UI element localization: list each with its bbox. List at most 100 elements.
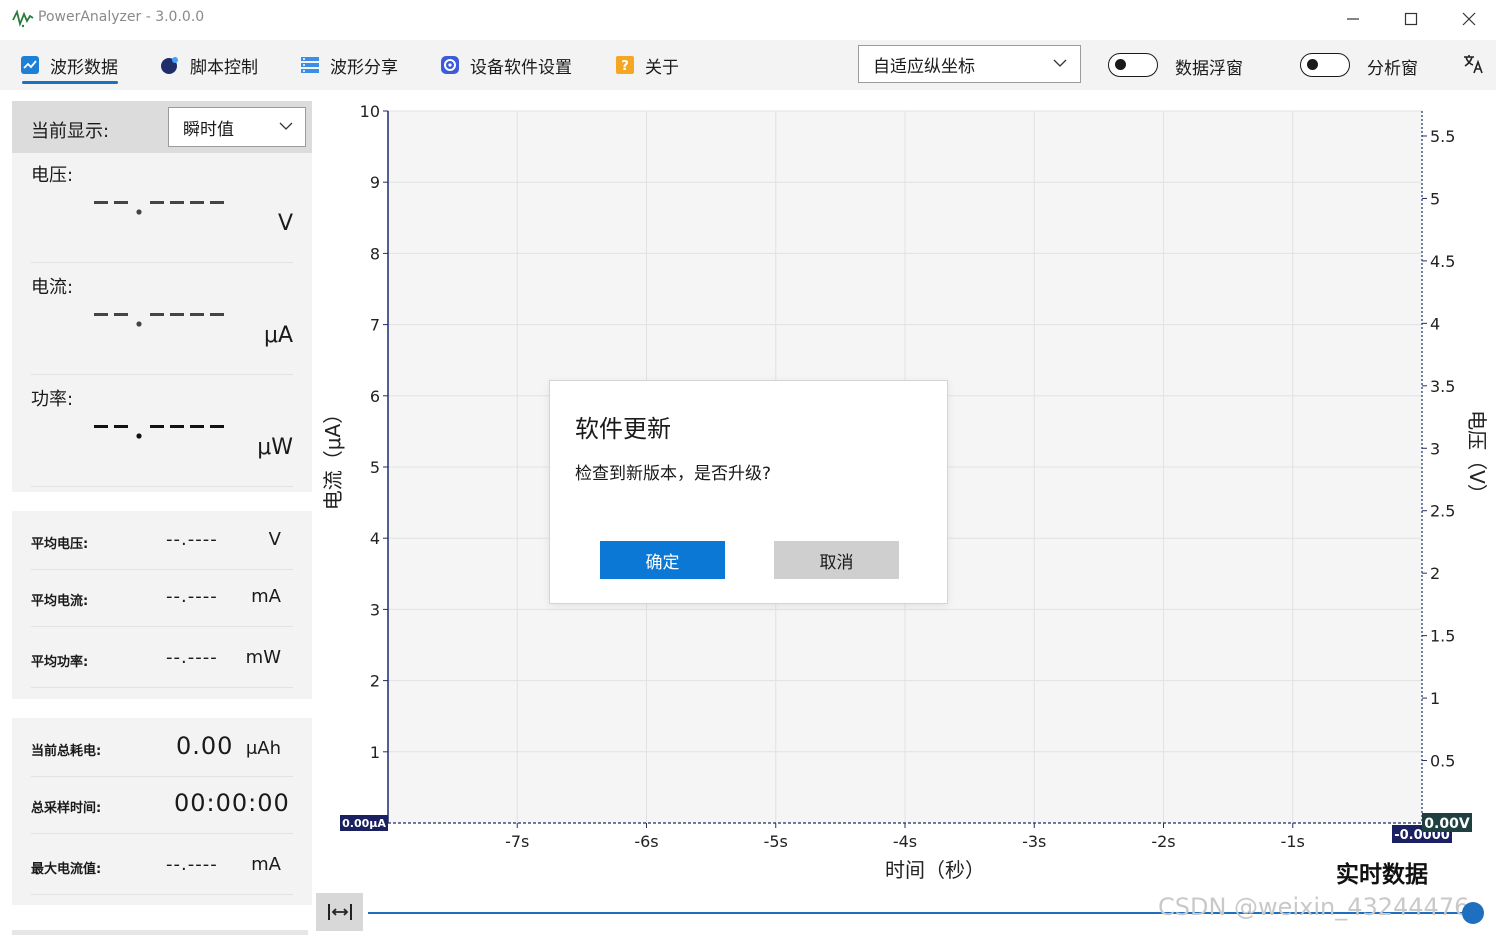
y2-tick-label: 2.5 <box>1430 502 1455 521</box>
total-charge-unit: μAh <box>245 738 281 759</box>
tab-waveform-share[interactable]: 波形分享 <box>300 52 398 78</box>
axis-mode-value: 自适应纵坐标 <box>873 56 975 77</box>
svg-text:?: ? <box>621 59 629 74</box>
y-axis-title: 电流（μA） <box>321 404 345 510</box>
y-tick-label: 3 <box>370 600 380 619</box>
avg-voltage-value: --.---- <box>166 529 218 550</box>
display-mode-value: 瞬时值 <box>183 119 234 140</box>
x-tick-label: -4s <box>893 832 917 851</box>
data-float-toggle[interactable] <box>1108 53 1158 77</box>
divider <box>31 687 293 688</box>
data-float-label: 数据浮窗 <box>1175 59 1243 79</box>
divider <box>31 833 293 834</box>
language-button[interactable] <box>1462 52 1486 76</box>
sample-time-label: 总采样时间: <box>31 801 102 816</box>
max-current-unit: mA <box>251 854 281 875</box>
tab-waveform-data[interactable]: 波形数据 <box>20 52 118 84</box>
divider <box>31 262 293 263</box>
app-logo-icon <box>12 9 34 28</box>
y-tick-label: 10 <box>360 102 380 121</box>
y2-tick-label: 2 <box>1430 564 1440 583</box>
max-current-row: 最大电流值: --.---- mA <box>12 838 312 895</box>
max-current-label: 最大电流值: <box>31 862 102 877</box>
close-button[interactable] <box>1440 0 1496 38</box>
instant-values-panel: 当前显示: 瞬时值 电压: V 电流: μA 功率: μW <box>12 101 312 492</box>
current-unit: μA <box>263 323 293 348</box>
toolbar: 波形数据 脚本控制 波形分享 设备软件设置 ? 关于 自适应纵坐标 数据浮窗 分… <box>0 40 1496 90</box>
tab-about[interactable]: ? 关于 <box>615 52 679 78</box>
dialog-title: 软件更新 <box>575 415 671 443</box>
fit-width-icon <box>327 904 352 920</box>
current-label: 电流: <box>31 277 74 298</box>
y2-tick-label: 4.5 <box>1430 252 1455 271</box>
minimize-icon <box>1347 18 1359 20</box>
y-tick-label: 7 <box>370 316 380 335</box>
avg-current-value: --.---- <box>166 586 218 607</box>
divider <box>31 626 293 627</box>
time-scroll-handle[interactable] <box>1462 902 1484 924</box>
maximize-icon <box>1404 12 1418 26</box>
share-icon <box>301 57 319 73</box>
x-tick-label: -1s <box>1281 832 1305 851</box>
axis-mode-select[interactable]: 自适应纵坐标 <box>858 45 1081 83</box>
translate-icon <box>1464 55 1483 74</box>
toggle-knob <box>1115 59 1126 70</box>
cancel-button[interactable]: 取消 <box>774 541 899 579</box>
total-charge-row: 当前总耗电: 0.00 μAh <box>12 720 312 777</box>
tab-label: 设备软件设置 <box>470 57 572 78</box>
average-values-panel: 平均电压: --.---- V 平均电流: --.---- mA 平均功率: -… <box>12 511 312 699</box>
close-icon <box>1462 12 1476 26</box>
gear-icon <box>441 56 459 74</box>
y-tick-label: 4 <box>370 529 380 548</box>
x-axis-title: 时间（秒） <box>885 858 985 882</box>
y2-tick-label: 5 <box>1430 189 1440 208</box>
maximize-button[interactable] <box>1382 0 1440 38</box>
panel-edge <box>12 930 308 935</box>
y-tick-label: 6 <box>370 387 380 406</box>
minimize-button[interactable] <box>1324 0 1382 38</box>
tab-label: 波形分享 <box>330 57 398 78</box>
sample-time-value: 00:00:00 <box>174 789 290 817</box>
totals-panel: 当前总耗电: 0.00 μAh 总采样时间: 00:00:00 最大电流值: -… <box>12 718 312 905</box>
display-mode-label: 当前显示: <box>31 121 110 142</box>
display-mode-header: 当前显示: 瞬时值 <box>12 101 312 153</box>
y-tick-label: 2 <box>370 672 380 691</box>
tab-device-settings[interactable]: 设备软件设置 <box>440 52 572 78</box>
max-current-value: --.---- <box>166 854 218 875</box>
voltage-placeholder-digits <box>94 201 224 215</box>
power-label: 功率: <box>31 389 74 410</box>
y2-tick-label: 3.5 <box>1430 377 1455 396</box>
tab-script-control[interactable]: 脚本控制 <box>160 52 258 78</box>
y2-tick-label: 1.5 <box>1430 627 1455 646</box>
tab-label: 脚本控制 <box>190 57 258 78</box>
y-tick-label: 8 <box>370 244 380 263</box>
x-tick-label: -2s <box>1151 832 1175 851</box>
toggle-knob <box>1307 59 1318 70</box>
tab-label: 关于 <box>645 57 679 78</box>
current-placeholder-digits <box>94 313 224 327</box>
help-icon: ? <box>616 56 634 74</box>
divider <box>31 374 293 375</box>
display-mode-select[interactable]: 瞬时值 <box>168 107 306 147</box>
realtime-status-label: 实时数据 <box>1336 862 1428 888</box>
voltage-marker-label: 0.00V <box>1424 816 1470 832</box>
total-charge-label: 当前总耗电: <box>31 744 102 759</box>
fit-view-button[interactable] <box>316 893 363 931</box>
update-dialog: 软件更新 检查到新版本，是否升级? 确定 取消 <box>549 380 948 604</box>
voltage-unit: V <box>277 211 293 236</box>
x-tick-label: -3s <box>1022 832 1046 851</box>
current-readout: 电流: μA <box>12 265 312 375</box>
confirm-button[interactable]: 确定 <box>600 541 725 579</box>
chevron-down-icon <box>279 122 293 130</box>
avg-current-row: 平均电流: --.---- mA <box>12 570 312 627</box>
divider <box>31 894 293 895</box>
avg-power-value: --.---- <box>166 647 218 668</box>
voltage-label: 电压: <box>31 165 74 186</box>
power-placeholder-digits <box>94 425 224 439</box>
x-tick-label: -7s <box>505 832 529 851</box>
avg-power-unit: mW <box>245 647 281 668</box>
dialog-message: 检查到新版本，是否升级? <box>575 464 772 484</box>
y2-tick-label: 0.5 <box>1430 752 1455 771</box>
y-tick-label: 9 <box>370 173 380 192</box>
analysis-window-toggle[interactable] <box>1300 53 1350 77</box>
